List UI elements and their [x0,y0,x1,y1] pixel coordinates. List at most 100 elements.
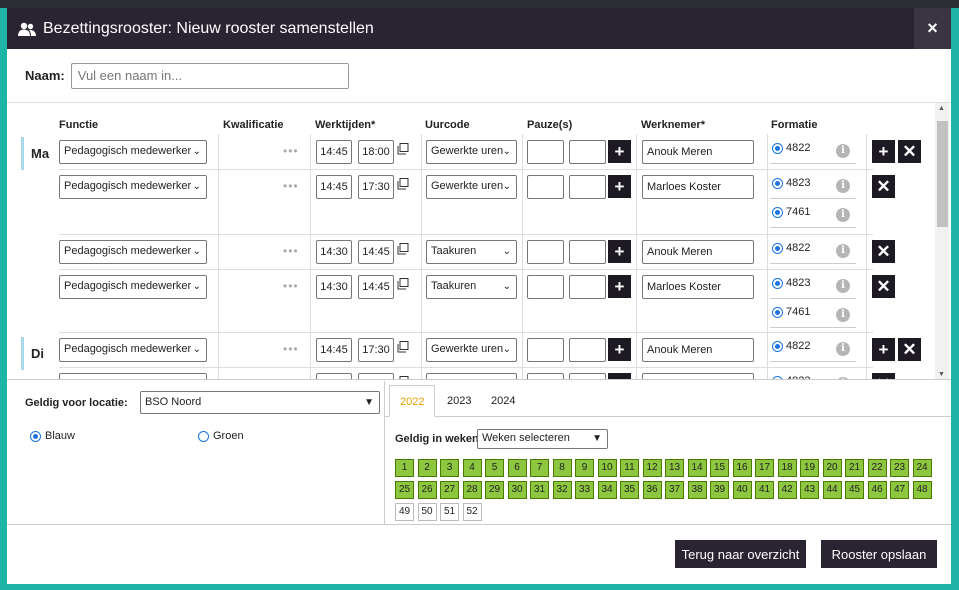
name-input[interactable]: Vul een naam in... [70,62,349,89]
week-2[interactable]: 2 [417,459,437,477]
uurcode-select[interactable]: Gewerkte uren⌄ [426,140,517,164]
week-19[interactable]: 19 [800,459,819,477]
pause-end-input[interactable] [569,338,606,362]
radio-groen[interactable] [198,431,209,442]
week-3[interactable]: 3 [440,459,459,477]
formatie-radio[interactable] [772,376,783,379]
week-42[interactable]: 42 [777,481,797,499]
uurcode-select[interactable]: Taakuren ⌄ [426,240,517,264]
week-51[interactable]: 51 [440,503,459,521]
werknemer-input[interactable]: Marloes Koster [642,175,754,199]
delete-row-button[interactable]: ✕ [898,338,921,361]
delete-row-button[interactable]: ✕ [898,140,921,163]
weeks-select[interactable]: Weken selecteren ▼ [477,429,608,449]
add-pause-button[interactable]: + [608,140,631,163]
start-time-input[interactable]: 14:30 [316,240,352,264]
week-22[interactable]: 22 [867,459,887,477]
week-24[interactable]: 24 [912,459,932,477]
add-pause-button[interactable]: + [608,275,631,298]
week-8[interactable]: 8 [552,459,572,477]
week-43[interactable]: 43 [800,481,819,499]
week-17[interactable]: 17 [755,459,774,477]
week-15[interactable]: 15 [710,459,729,477]
pause-end-input[interactable] [569,275,606,299]
pause-start-input[interactable] [527,240,564,264]
week-32[interactable]: 32 [552,481,572,499]
info-icon[interactable]: i [836,144,850,158]
pause-end-input[interactable] [569,240,606,264]
week-27[interactable]: 27 [440,481,459,499]
end-time-input[interactable]: 18:00 [358,373,394,379]
week-52[interactable]: 52 [462,503,482,521]
formatie-radio[interactable] [772,307,783,318]
location-select[interactable]: BSO Noord ▼ [140,391,380,414]
werknemer-input[interactable]: Marloes Koster [642,275,754,299]
week-11[interactable]: 11 [620,459,639,477]
week-45[interactable]: 45 [845,481,864,499]
back-button[interactable]: Terug naar overzicht [675,540,806,568]
formatie-radio[interactable] [772,278,783,289]
week-33[interactable]: 33 [575,481,594,499]
functie-select[interactable]: Pedagogisch medewerker⌄ [59,175,207,199]
info-icon[interactable]: i [836,244,850,258]
info-icon[interactable]: i [836,308,850,322]
uurcode-select[interactable]: Gewerkte uren⌄ [426,373,517,379]
start-time-input[interactable]: 14:45 [316,338,352,362]
week-44[interactable]: 44 [822,481,842,499]
functie-select[interactable]: Pedagogisch medewerker⌄ [59,240,207,264]
week-35[interactable]: 35 [620,481,639,499]
week-46[interactable]: 46 [867,481,887,499]
formatie-radio[interactable] [772,341,783,352]
functie-select[interactable]: Pedagogisch medewerker⌄ [59,338,207,362]
week-18[interactable]: 18 [777,459,797,477]
functie-select[interactable]: Pedagogisch medewerker⌄ [59,275,207,299]
week-9[interactable]: 9 [575,459,594,477]
scrollbar-thumb[interactable] [937,121,948,227]
more-icon[interactable]: ••• [283,144,299,158]
week-36[interactable]: 36 [642,481,662,499]
pause-start-input[interactable] [527,275,564,299]
info-icon[interactable]: i [836,179,850,193]
werknemer-input[interactable]: Anouk Meren [642,338,754,362]
info-icon[interactable]: i [836,342,850,356]
week-41[interactable]: 41 [755,481,774,499]
functie-select[interactable]: Pedagogisch medewerker⌄ [59,373,207,379]
grid-scrollbar[interactable]: ▲ ▼ [935,103,949,379]
pause-start-input[interactable] [527,140,564,164]
week-5[interactable]: 5 [485,459,504,477]
week-38[interactable]: 38 [687,481,707,499]
pause-start-input[interactable] [527,338,564,362]
end-time-input[interactable]: 17:30 [358,175,394,199]
scroll-down-icon[interactable]: ▼ [938,371,945,378]
start-time-input[interactable]: 14:45 [316,373,352,379]
pause-end-input[interactable] [569,373,606,379]
week-49[interactable]: 49 [395,503,414,521]
week-48[interactable]: 48 [912,481,932,499]
more-icon[interactable]: ••• [283,179,299,193]
week-1[interactable]: 1 [395,459,414,477]
info-icon[interactable]: i [836,279,850,293]
more-icon[interactable]: ••• [283,244,299,258]
copy-icon[interactable] [397,278,409,290]
tab-2023[interactable]: 2023 [437,385,481,417]
close-button[interactable]: × [914,8,951,49]
scroll-up-icon[interactable]: ▲ [938,105,945,112]
formatie-radio[interactable] [772,207,783,218]
more-icon[interactable]: ••• [283,279,299,293]
add-row-button[interactable]: + [872,338,895,361]
week-21[interactable]: 21 [845,459,864,477]
end-time-input[interactable]: 14:45 [358,240,394,264]
week-29[interactable]: 29 [485,481,504,499]
week-20[interactable]: 20 [822,459,842,477]
week-12[interactable]: 12 [642,459,662,477]
week-50[interactable]: 50 [417,503,437,521]
formatie-radio[interactable] [772,178,783,189]
delete-row-button[interactable]: ✕ [872,175,895,198]
week-4[interactable]: 4 [462,459,482,477]
copy-icon[interactable] [397,243,409,255]
week-47[interactable]: 47 [890,481,909,499]
week-13[interactable]: 13 [665,459,684,477]
copy-icon[interactable] [397,178,409,190]
week-37[interactable]: 37 [665,481,684,499]
add-pause-button[interactable]: + [608,240,631,263]
